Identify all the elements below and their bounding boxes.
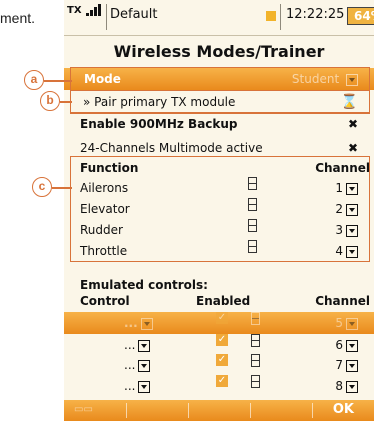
battery-indicator: 64% <box>347 7 374 25</box>
f1-softkey[interactable]: ▭▭ <box>74 404 93 415</box>
stick-position-icon <box>251 375 260 388</box>
callout-line <box>52 187 72 189</box>
backup-row[interactable]: Enable 900MHz Backup ✖ <box>64 113 374 135</box>
chevron-down-icon <box>138 359 151 372</box>
callout-line <box>44 80 72 82</box>
checkbox-checked-icon[interactable]: ✓ <box>216 334 228 346</box>
chevron-down-icon <box>138 339 151 352</box>
channel-column-header: Channel <box>315 294 370 308</box>
control-value: ... <box>124 379 136 393</box>
chevron-down-icon <box>346 380 358 393</box>
chevron-down-icon <box>138 380 151 393</box>
signal-bars-icon <box>86 4 102 16</box>
alert-indicator-icon <box>266 11 276 21</box>
emulated-header: Control Enabled Channel <box>64 290 374 312</box>
control-value: ... <box>124 338 136 352</box>
callout-a: a <box>24 70 44 90</box>
function-key-bar: ▭▭ OK <box>64 400 374 421</box>
battery-percent: 64% <box>354 9 374 23</box>
callout-c: c <box>32 177 52 197</box>
tx-signal-indicator: TX <box>67 4 102 16</box>
ok-button[interactable]: OK <box>333 402 354 417</box>
channel-selector[interactable]: 8 <box>335 375 358 397</box>
callout-line <box>60 101 72 103</box>
emulated-row[interactable]: ... ✓ 7 <box>64 354 374 376</box>
chevron-down-icon <box>346 339 358 352</box>
enabled-column-header: Enabled <box>196 294 251 308</box>
control-selector[interactable]: ... <box>124 312 153 334</box>
highlight-box-b <box>70 90 370 113</box>
stick-position-icon <box>251 312 260 325</box>
control-selector[interactable]: ... <box>124 334 151 356</box>
stick-position-icon <box>251 334 260 347</box>
backup-label: Enable 900MHz Backup <box>80 117 238 131</box>
channel-value: 8 <box>335 379 343 393</box>
chevron-down-icon <box>140 317 153 330</box>
checkbox-checked-icon[interactable]: ✓ <box>216 312 228 324</box>
stick-position-icon <box>251 354 260 367</box>
channel-selector[interactable]: 6 <box>335 334 358 356</box>
highlight-box-c <box>70 156 370 262</box>
control-selector[interactable]: ... <box>124 354 151 376</box>
emulated-row[interactable]: ... ✓ 5 <box>64 312 374 334</box>
callout-b: b <box>40 91 60 111</box>
page-title: Wireless Modes/Trainer <box>113 42 325 61</box>
tx-label: TX <box>67 5 82 16</box>
transmitter-screen: TX Default 12:22:25 64% Wireless Modes/T… <box>64 0 374 421</box>
control-value: ... <box>124 316 138 330</box>
chevron-down-icon <box>346 317 358 330</box>
channel-selector[interactable]: 7 <box>335 354 358 376</box>
chevron-down-icon <box>346 359 358 372</box>
close-icon[interactable]: ✖ <box>348 113 358 135</box>
checkbox-checked-icon[interactable]: ✓ <box>216 354 228 366</box>
status-bar: TX Default 12:22:25 64% <box>64 0 374 36</box>
control-column-header: Control <box>80 294 130 308</box>
intro-text: ment. <box>0 10 36 26</box>
checkbox-checked-icon[interactable]: ✓ <box>216 375 228 387</box>
channel-value: 6 <box>335 338 343 352</box>
channel-selector[interactable]: 5 <box>335 312 358 334</box>
channel-value: 7 <box>335 358 343 372</box>
emulated-row[interactable]: ... ✓ 8 <box>64 375 374 397</box>
control-value: ... <box>124 358 136 372</box>
emulated-row[interactable]: ... ✓ 6 <box>64 334 374 356</box>
channel-value: 5 <box>335 316 343 330</box>
control-selector[interactable]: ... <box>124 375 151 397</box>
model-name[interactable]: Default <box>110 7 158 22</box>
clock: 12:22:25 <box>286 7 345 22</box>
